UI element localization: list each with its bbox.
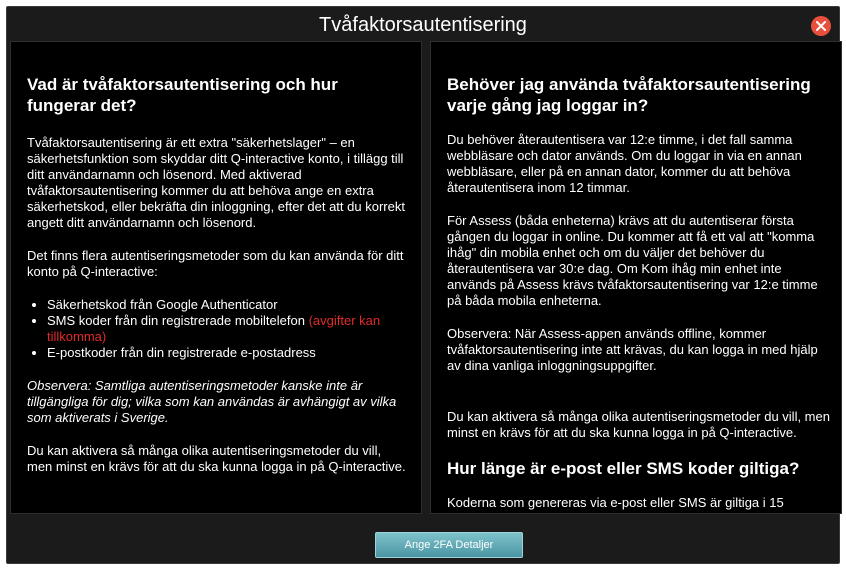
method-label: SMS koder från din registrerade mobiltel… xyxy=(47,313,305,328)
left-paragraph-3: Du kan aktivera så många olika autentise… xyxy=(27,443,406,474)
method-label: Säkerhetskod från Google Authenticator xyxy=(47,297,278,312)
right-paragraph-4: Du kan aktivera så många olika autentise… xyxy=(447,409,830,440)
info-panel-left[interactable]: Vad är tvåfaktorsautentisering och hur f… xyxy=(10,41,422,514)
right-heading: Behöver jag använda tvåfaktorsautentiser… xyxy=(447,75,811,115)
right-paragraph-2: För Assess (båda enheterna) krävs att du… xyxy=(447,213,818,308)
right-heading-2: Hur länge är e-post eller SMS koder gilt… xyxy=(447,459,800,478)
method-label: E-postkoder från din registrerade e-post… xyxy=(47,345,316,360)
left-heading: Vad är tvåfaktorsautentisering och hur f… xyxy=(27,75,338,115)
method-item-google: Säkerhetskod från Google Authenticator xyxy=(47,297,409,313)
left-note: Observera: Samtliga autentiseringsmetode… xyxy=(27,378,409,426)
left-note-text: Observera: Samtliga autentiseringsmetode… xyxy=(27,378,397,425)
close-icon xyxy=(816,21,826,31)
left-paragraph-2: Det finns flera autentiseringsmetoder so… xyxy=(27,248,404,279)
method-item-email: E-postkoder från din registrerade e-post… xyxy=(47,345,409,361)
close-button[interactable] xyxy=(811,16,831,36)
right-paragraph-5: Koderna som genereras via e-post eller S… xyxy=(447,495,784,510)
info-panel-right[interactable]: Behöver jag använda tvåfaktorsautentiser… xyxy=(430,41,842,514)
methods-list: Säkerhetskod från Google Authenticator S… xyxy=(27,297,409,361)
dialog-title: Tvåfaktorsautentisering xyxy=(319,14,527,36)
method-item-sms: SMS koder från din registrerade mobiltel… xyxy=(47,313,409,345)
enter-2fa-details-button[interactable]: Ange 2FA Detaljer xyxy=(375,532,523,558)
right-paragraph-3: Observera: När Assess-appen används offl… xyxy=(447,326,818,373)
dialog-titlebar: Tvåfaktorsautentisering xyxy=(7,7,839,45)
right-paragraph-1: Du behöver återautentisera var 12:e timm… xyxy=(447,132,802,195)
left-paragraph-1: Tvåfaktorsautentisering är ett extra "sä… xyxy=(27,135,405,230)
